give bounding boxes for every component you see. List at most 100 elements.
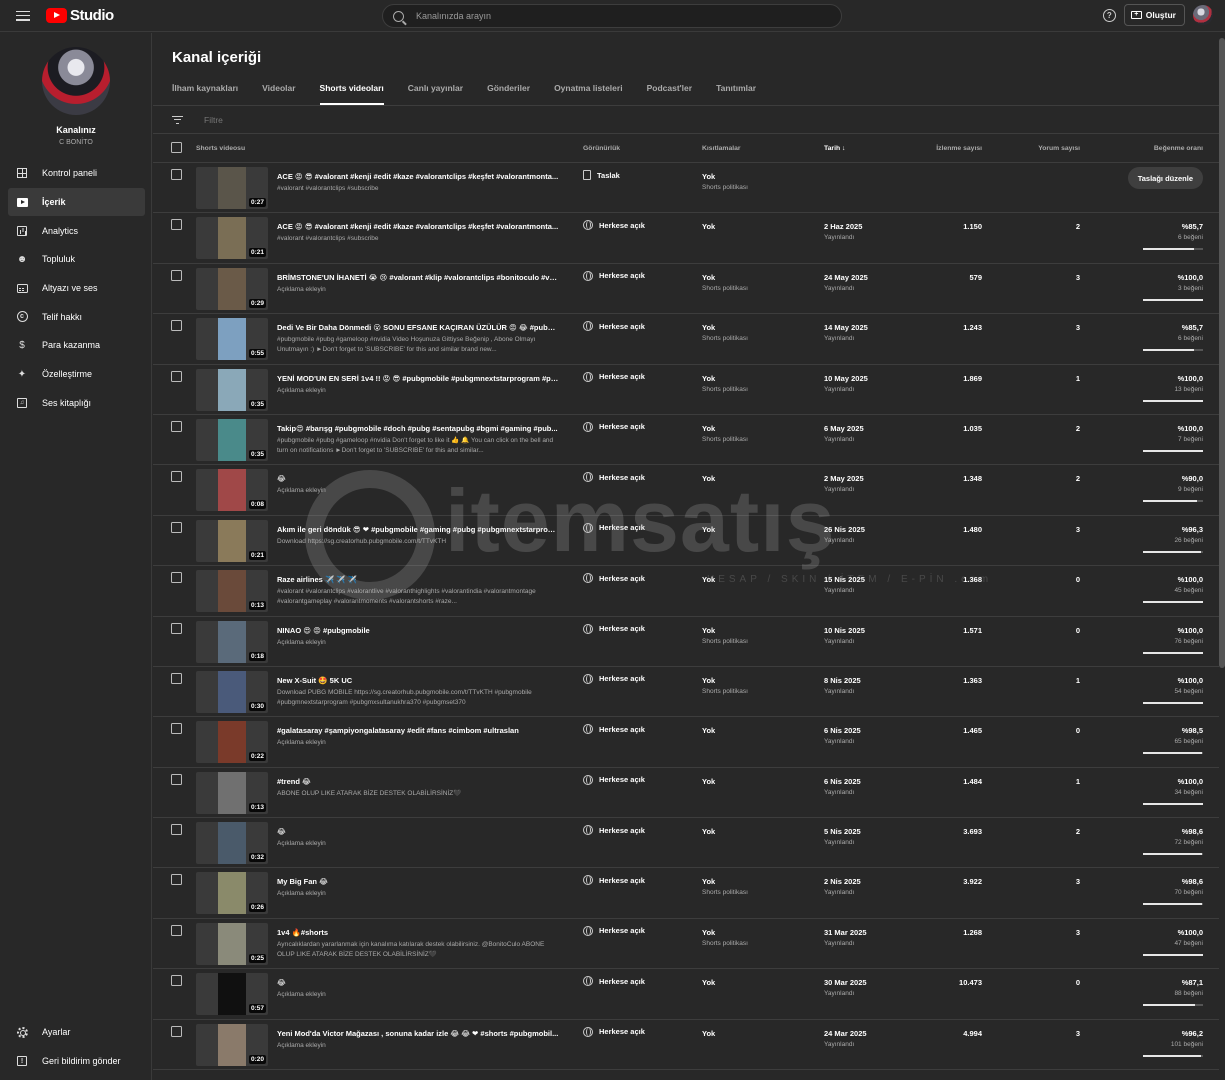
row-checkbox[interactable]	[171, 874, 182, 886]
table-row[interactable]: 0:08 😂 Açıklama ekleyin Herkese açık Yok 2 Ma…	[153, 465, 1219, 516]
table-row[interactable]: 0:13 #trend 😂 ABONE OLUP LIKE ATARAK BİZE …	[153, 768, 1219, 819]
video-thumbnail[interactable]: 0:55	[196, 318, 268, 361]
table-row[interactable]: 0:29 BRİMSTONE'UN İHANETİ 😭 😢 #valorant #…	[153, 264, 1219, 315]
row-checkbox[interactable]	[171, 824, 182, 836]
video-thumbnail[interactable]: 0:08	[196, 469, 268, 512]
video-title[interactable]: BRİMSTONE'UN İHANETİ 😭 😢 #valorant #klip…	[277, 273, 559, 282]
studio-logo[interactable]: Studio	[46, 7, 114, 24]
video-title[interactable]: Akım ile geri döndük 😎 ❤ #pubgmobile #ga…	[277, 525, 559, 534]
help-icon[interactable]: ?	[1102, 8, 1116, 22]
visibility-cell[interactable]: Herkese açık	[583, 472, 645, 483]
tab-inspiration[interactable]: İlham kaynakları	[172, 83, 238, 105]
visibility-cell[interactable]: Herkese açık	[583, 270, 645, 281]
video-title[interactable]: Yeni Mod'da Victor Mağazası , sonuna kad…	[277, 1029, 559, 1038]
video-title[interactable]: Takip😍 #barışg #pubgmobile #doch #pubg #…	[277, 424, 559, 433]
tab-promotions[interactable]: Tanıtımlar	[716, 83, 756, 105]
sidebar-item-analytics[interactable]: Analytics	[8, 216, 145, 245]
visibility-cell[interactable]: Herkese açık	[583, 1026, 645, 1037]
video-thumbnail[interactable]: 0:21	[196, 519, 268, 562]
table-row[interactable]: 0:27 ACE 😡 😎 #valorant #kenji #edit #kaze…	[153, 163, 1219, 214]
table-row[interactable]: 0:21 ACE 😡 😎 #valorant #kenji #edit #kaze…	[153, 213, 1219, 264]
table-row[interactable]: 0:20 Yeni Mod'da Victor Mağazası , sonuna…	[153, 1020, 1219, 1071]
row-checkbox[interactable]	[171, 723, 182, 735]
visibility-cell[interactable]: Taslak	[583, 170, 620, 180]
sidebar-item-settings[interactable]: Ayarlar	[8, 1018, 145, 1047]
tab-posts[interactable]: Gönderiler	[487, 83, 530, 105]
video-thumbnail[interactable]: 0:20	[196, 1023, 268, 1066]
video-thumbnail[interactable]: 0:13	[196, 570, 268, 613]
visibility-cell[interactable]: Herkese açık	[583, 522, 645, 533]
row-checkbox[interactable]	[171, 420, 182, 432]
tab-shorts[interactable]: Shorts videoları	[319, 83, 385, 105]
row-checkbox[interactable]	[171, 672, 182, 684]
visibility-cell[interactable]: Herkese açık	[583, 421, 645, 432]
video-thumbnail[interactable]: 0:25	[196, 922, 268, 965]
edit-draft-button[interactable]: Taslağı düzenle	[1127, 167, 1203, 189]
create-button[interactable]: + Oluştur	[1123, 4, 1185, 26]
video-title[interactable]: ACE 😡 😎 #valorant #kenji #edit #kaze #va…	[277, 172, 559, 181]
visibility-cell[interactable]: Herkese açık	[583, 875, 645, 886]
visibility-cell[interactable]: Herkese açık	[583, 925, 645, 936]
visibility-cell[interactable]: Herkese açık	[583, 976, 645, 987]
table-row[interactable]: 0:22 #galatasaray #şampiyongalatasaray #e…	[153, 717, 1219, 768]
video-title[interactable]: 😂	[277, 827, 559, 836]
table-row[interactable]: 0:18 NINAO 😍 😡 #pubgmobile Açıklama ekleyi…	[153, 617, 1219, 667]
video-thumbnail[interactable]: 0:13	[196, 771, 268, 814]
video-thumbnail[interactable]: 0:30	[196, 670, 268, 713]
table-row[interactable]: 0:26 My Big Fan 😂 Açıklama ekleyin Herkese …	[153, 868, 1219, 919]
tab-live[interactable]: Canlı yayınlar	[408, 83, 463, 105]
row-checkbox[interactable]	[171, 219, 182, 231]
sidebar-item-audio-library[interactable]: ♫ Ses kitaplığı	[8, 389, 145, 418]
video-title[interactable]: NINAO 😍 😡 #pubgmobile	[277, 626, 559, 635]
row-checkbox[interactable]	[171, 269, 182, 281]
video-thumbnail[interactable]: 0:35	[196, 418, 268, 461]
table-row[interactable]: 0:35 YENİ MOD'UN EN SERİ 1v4 !! 😡 😎 #pubg…	[153, 365, 1219, 415]
row-checkbox[interactable]	[171, 320, 182, 332]
video-thumbnail[interactable]: 0:26	[196, 872, 268, 915]
visibility-cell[interactable]: Herkese açık	[583, 825, 645, 836]
video-title[interactable]: 😂	[277, 978, 559, 987]
visibility-cell[interactable]: Herkese açık	[583, 220, 645, 231]
tab-videos[interactable]: Videolar	[262, 83, 295, 105]
visibility-cell[interactable]: Herkese açık	[583, 673, 645, 684]
video-thumbnail[interactable]: 0:32	[196, 822, 268, 865]
channel-avatar[interactable]	[42, 47, 110, 115]
sidebar-item-monetization[interactable]: $ Para kazanma	[8, 331, 145, 360]
video-title[interactable]: New X-Suit 🤩 5K UC	[277, 676, 559, 685]
video-thumbnail[interactable]: 0:18	[196, 620, 268, 663]
row-checkbox[interactable]	[171, 622, 182, 634]
video-title[interactable]: 😂	[277, 474, 559, 483]
tab-podcasts[interactable]: Podcast'ler	[647, 83, 692, 105]
row-checkbox[interactable]	[171, 169, 182, 180]
account-avatar[interactable]	[1193, 5, 1213, 25]
sidebar-item-community[interactable]: ☻ Topluluk	[8, 245, 145, 274]
visibility-cell[interactable]: Herkese açık	[583, 623, 645, 634]
row-checkbox[interactable]	[171, 975, 182, 987]
video-thumbnail[interactable]: 0:21	[196, 217, 268, 260]
video-title[interactable]: ACE 😡 😎 #valorant #kenji #edit #kaze #va…	[277, 222, 559, 231]
filter-icon[interactable]	[172, 115, 183, 124]
column-date[interactable]: Tarih ↓	[824, 145, 845, 152]
table-row[interactable]: 0:13 Raze airlines ✈️ ✈️ ✈️ #valorant #val…	[153, 566, 1219, 617]
row-checkbox[interactable]	[171, 924, 182, 936]
video-thumbnail[interactable]: 0:57	[196, 973, 268, 1016]
row-checkbox[interactable]	[171, 521, 182, 533]
filter-input[interactable]	[204, 114, 504, 125]
row-checkbox[interactable]	[171, 471, 182, 483]
video-title[interactable]: YENİ MOD'UN EN SERİ 1v4 !! 😡 😎 #pubgmobi…	[277, 374, 559, 383]
table-row[interactable]: 0:21 Akım ile geri döndük 😎 ❤ #pubgmobile…	[153, 516, 1219, 567]
sidebar-item-subtitles[interactable]: Altyazı ve ses	[8, 274, 145, 303]
tab-playlists[interactable]: Oynatma listeleri	[554, 83, 623, 105]
row-checkbox[interactable]	[171, 1025, 182, 1037]
visibility-cell[interactable]: Herkese açık	[583, 573, 645, 584]
video-title[interactable]: 1v4 🔥#shorts	[277, 928, 559, 937]
row-checkbox[interactable]	[171, 773, 182, 785]
table-row[interactable]: 0:35 Takip😍 #barışg #pubgmobile #doch #pu…	[153, 415, 1219, 466]
video-thumbnail[interactable]: 0:22	[196, 721, 268, 764]
sidebar-item-feedback[interactable]: ! Geri bildirim gönder	[8, 1047, 145, 1076]
visibility-cell[interactable]: Herkese açık	[583, 724, 645, 735]
search-input[interactable]	[416, 11, 816, 21]
video-thumbnail[interactable]: 0:35	[196, 368, 268, 411]
video-thumbnail[interactable]: 0:27	[196, 167, 268, 209]
video-thumbnail[interactable]: 0:29	[196, 267, 268, 310]
